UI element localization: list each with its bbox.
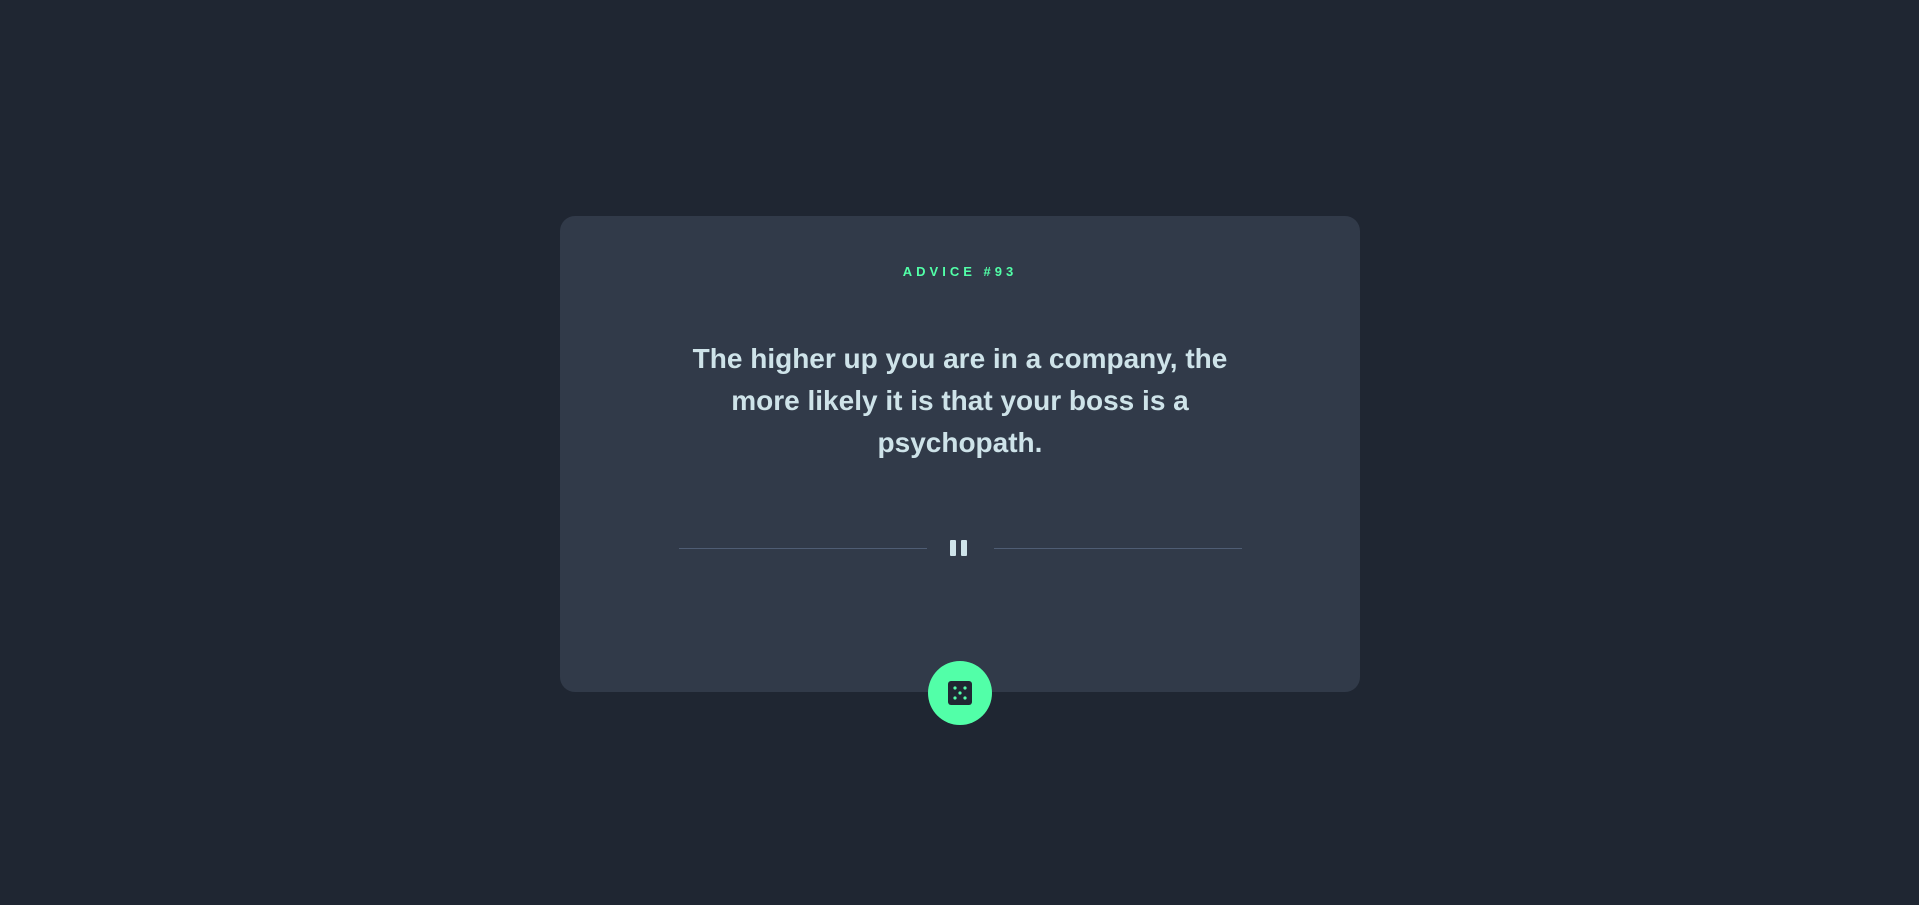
generate-advice-button[interactable]	[928, 661, 992, 725]
pattern-divider	[679, 538, 1242, 558]
advice-number-label: ADVICE #93	[902, 264, 1018, 279]
dice-icon	[948, 681, 972, 705]
pause-icon	[947, 540, 969, 558]
advice-quote: The higher up you are in a company, the …	[692, 343, 1228, 458]
advice-card: ADVICE #93 The higher up you are in a co…	[560, 216, 1360, 692]
divider-line-left	[679, 548, 927, 549]
divider-line-right	[994, 548, 1242, 549]
